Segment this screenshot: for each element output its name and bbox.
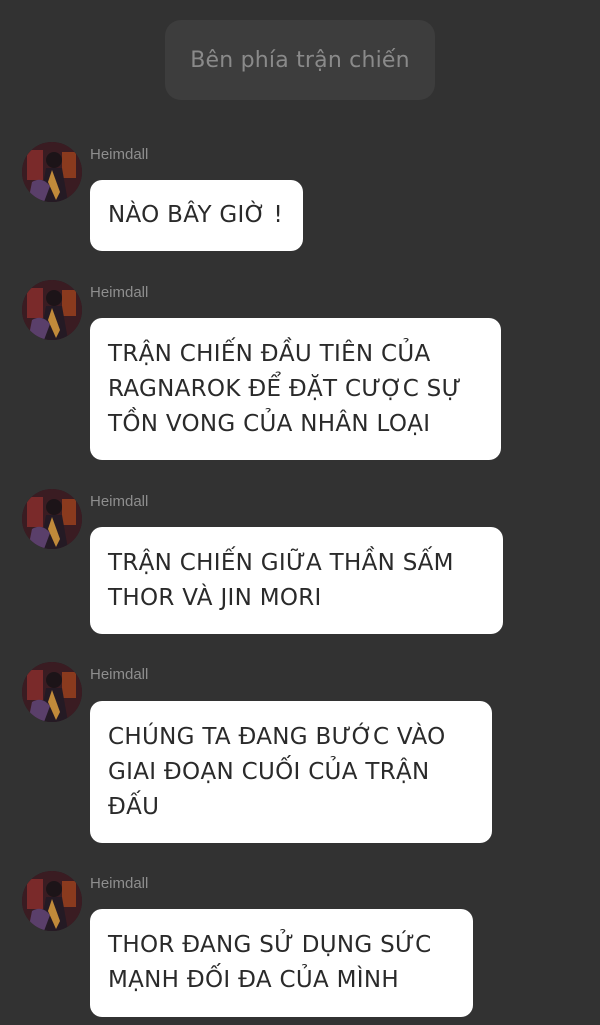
message-bubble[interactable]: TRẬN CHIẾN GIỮA THẦN SẤM THOR VÀ JIN MOR… bbox=[90, 527, 503, 634]
message-bubble[interactable]: NÀO BÂY GIỜ ! bbox=[90, 180, 303, 251]
sender-name: Heimdall bbox=[90, 146, 149, 163]
chat-message: Heimdall CHÚNG TA ĐANG BƯỚC VÀO GIAI ĐOẠ… bbox=[0, 660, 600, 845]
chat-message: Heimdall NÀO BÂY GIỜ ! bbox=[0, 140, 600, 255]
sender-name: Heimdall bbox=[90, 493, 149, 510]
sender-name: Heimdall bbox=[90, 284, 149, 301]
heimdall-avatar-icon[interactable] bbox=[22, 871, 82, 931]
chat-message: Heimdall TRẬN CHIẾN GIỮA THẦN SẤM THOR V… bbox=[0, 487, 600, 637]
heimdall-avatar-icon[interactable] bbox=[22, 489, 82, 549]
sender-name: Heimdall bbox=[90, 666, 149, 683]
message-bubble[interactable]: TRẬN CHIẾN ĐẦU TIÊN CỦA RAGNAROK ĐỂ ĐẶT … bbox=[90, 318, 501, 460]
chat-message: Heimdall TRẬN CHIẾN ĐẦU TIÊN CỦA RAGNARO… bbox=[0, 278, 600, 463]
heimdall-avatar-icon[interactable] bbox=[22, 142, 82, 202]
sender-name: Heimdall bbox=[90, 875, 149, 892]
heimdall-avatar-icon[interactable] bbox=[22, 280, 82, 340]
chat-message: Heimdall THOR ĐANG SỬ DỤNG SỨC MẠNH ĐỐI … bbox=[0, 869, 600, 1019]
message-bubble[interactable]: CHÚNG TA ĐANG BƯỚC VÀO GIAI ĐOẠN CUỐI CỦ… bbox=[90, 701, 492, 843]
system-message-pill: Bên phía trận chiến bbox=[165, 20, 435, 100]
heimdall-avatar-icon[interactable] bbox=[22, 662, 82, 722]
message-bubble[interactable]: THOR ĐANG SỬ DỤNG SỨC MẠNH ĐỐI ĐA CỦA MÌ… bbox=[90, 909, 473, 1017]
system-message-text: Bên phía trận chiến bbox=[190, 47, 410, 73]
